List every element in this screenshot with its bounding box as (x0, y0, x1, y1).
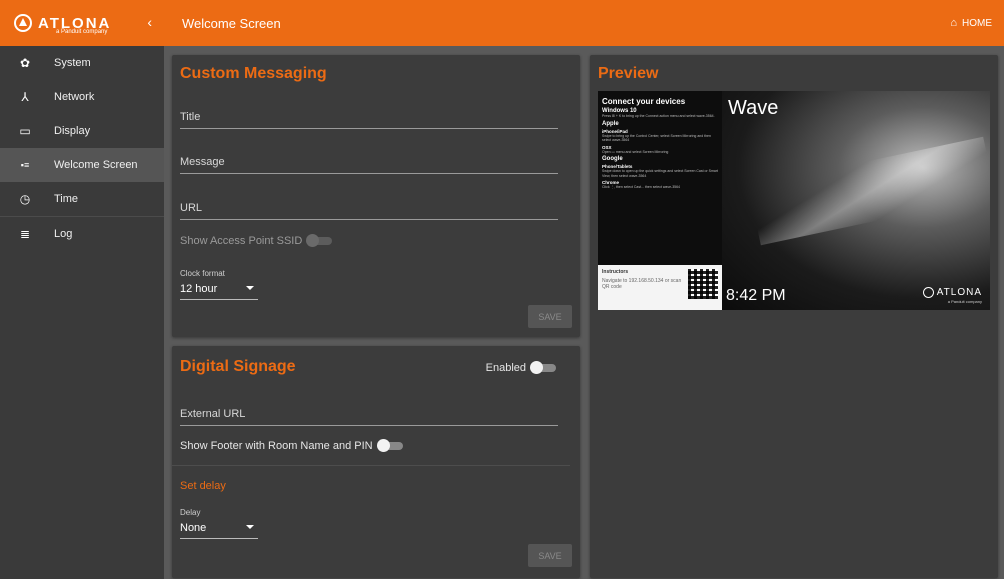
ssid-toggle-row: Show Access Point SSID (180, 234, 333, 247)
card-title: Custom Messaging (180, 65, 327, 82)
clock-format-label: Clock format (180, 269, 225, 278)
atlona-logo-icon (14, 14, 32, 32)
home-icon: ⌂ (950, 17, 957, 29)
sidebar-item-label: System (54, 57, 91, 69)
preview-section-heading: Google (602, 156, 623, 162)
preview-section-text: Swipe down to open up the quick settings… (602, 169, 718, 178)
url-field[interactable]: URL (180, 202, 558, 220)
preview-section-text: Press ⊞ + K to bring up the Connect acti… (602, 114, 715, 118)
preview-connect-heading: Connect your devices (602, 97, 686, 106)
ssid-toggle[interactable] (306, 234, 333, 247)
preview-instructions-panel: Connect your devices Windows 10 Press ⊞ … (598, 91, 722, 265)
preview-section-heading: Apple (602, 120, 619, 127)
card-title: Preview (598, 65, 659, 82)
preview-logo-text: ATLONA (936, 287, 982, 298)
message-field[interactable]: Message (180, 156, 558, 174)
clock-format-value: 12 hour (180, 283, 218, 295)
toggle-knob (306, 234, 320, 247)
footer-toggle[interactable] (376, 439, 403, 452)
save-button[interactable]: SAVE (528, 544, 572, 567)
home-label: HOME (962, 17, 992, 29)
title-field[interactable]: Title (180, 111, 558, 129)
preview-instructors-panel: Instructors Navigate to 192.168.50.134 o… (598, 265, 722, 310)
toggle-knob (530, 361, 543, 374)
monitor-icon: ▭ (19, 124, 31, 138)
page-title: Welcome Screen (182, 15, 281, 31)
enabled-toggle-row: Enabled (485, 361, 556, 374)
sidebar-item-display[interactable]: ▭ Display (0, 114, 164, 148)
network-icon: ⅄ (21, 90, 29, 104)
enabled-toggle[interactable] (530, 361, 556, 374)
delay-label: Delay (180, 508, 201, 517)
welcome-screen-icon: ▪≡ (20, 160, 30, 170)
footer-label: Show Footer with Room Name and PIN (180, 440, 373, 452)
sidebar-item-label: Display (54, 125, 91, 137)
preview-clock: 8:42 PM (726, 287, 786, 304)
preview-logo-sub: a Panduit company (947, 299, 982, 304)
list-icon: ≣ (19, 227, 31, 241)
sidebar-item-label: Time (54, 193, 79, 205)
preview-section-text: Swipe to bring up the Control Center, se… (602, 133, 711, 143)
sidebar-item-log[interactable]: ≣ Log (0, 217, 164, 251)
sidebar-item-label: Welcome Screen (54, 159, 138, 171)
welcome-screen-preview: Connect your devices Windows 10 Press ⊞ … (598, 91, 990, 310)
chevron-down-icon (246, 286, 254, 290)
sidebar-item-label: Network (54, 91, 95, 103)
sidebar-item-network[interactable]: ⅄ Network (0, 80, 164, 114)
card-title: Digital Signage (180, 358, 296, 375)
preview-background: Wave 8:42 PM ATLONA a Panduit company (722, 91, 990, 310)
digital-signage-card: Digital Signage Enabled External URL Sho… (172, 346, 580, 578)
clock-icon: ◷ (19, 192, 31, 206)
enabled-label: Enabled (485, 362, 526, 374)
preview-logo: ATLONA (922, 287, 982, 298)
delay-select[interactable]: None (180, 522, 258, 539)
sidebar-item-welcome-screen[interactable]: ▪≡ Welcome Screen (0, 148, 164, 182)
atlona-logo-icon (922, 287, 934, 298)
clock-format-select[interactable]: 12 hour (180, 283, 258, 300)
sidebar-nav: ✿ System ⅄ Network ▭ Display ▪≡ Welcome … (0, 46, 164, 251)
gear-icon: ✿ (19, 56, 31, 70)
section-divider (172, 465, 570, 466)
preview-section-text: Open ▭ menu and select Screen Mirroring (602, 149, 669, 154)
save-button[interactable]: SAVE (528, 305, 572, 328)
sidebar-header: ATLONA a Panduit company ‹ (0, 0, 164, 46)
toggle-knob (376, 439, 390, 452)
wave-graphic (748, 136, 990, 246)
preview-section-text: Click ⋮, then select Cast... then select… (602, 185, 681, 189)
brand-sub: a Panduit company (56, 29, 108, 35)
sidebar-item-time[interactable]: ◷ Time (0, 182, 164, 216)
preview-instructors-text: Navigate to 192.168.50.134 or scan QR co… (602, 278, 682, 290)
delay-value: None (180, 522, 207, 534)
ssid-label: Show Access Point SSID (180, 235, 303, 247)
preview-card: Preview Connect your devices Windows 10 … (590, 55, 998, 578)
home-link[interactable]: ⌂ HOME (950, 17, 992, 29)
sidebar: ATLONA a Panduit company ‹ ✿ System ⅄ Ne… (0, 0, 164, 579)
preview-brand-name: Wave (728, 97, 779, 119)
footer-toggle-row: Show Footer with Room Name and PIN (180, 439, 403, 452)
set-delay-heading: Set delay (180, 480, 226, 492)
sidebar-item-label: Log (54, 228, 73, 240)
qr-code-icon (688, 269, 718, 299)
custom-messaging-card: Custom Messaging Title Message URL Show … (172, 55, 580, 337)
top-bar: Welcome Screen ⌂ HOME (164, 0, 1004, 46)
sidebar-item-system[interactable]: ✿ System (0, 46, 164, 80)
collapse-sidebar-button[interactable]: ‹ (147, 14, 152, 30)
external-url-field[interactable]: External URL (180, 408, 558, 426)
chevron-down-icon (246, 525, 254, 529)
